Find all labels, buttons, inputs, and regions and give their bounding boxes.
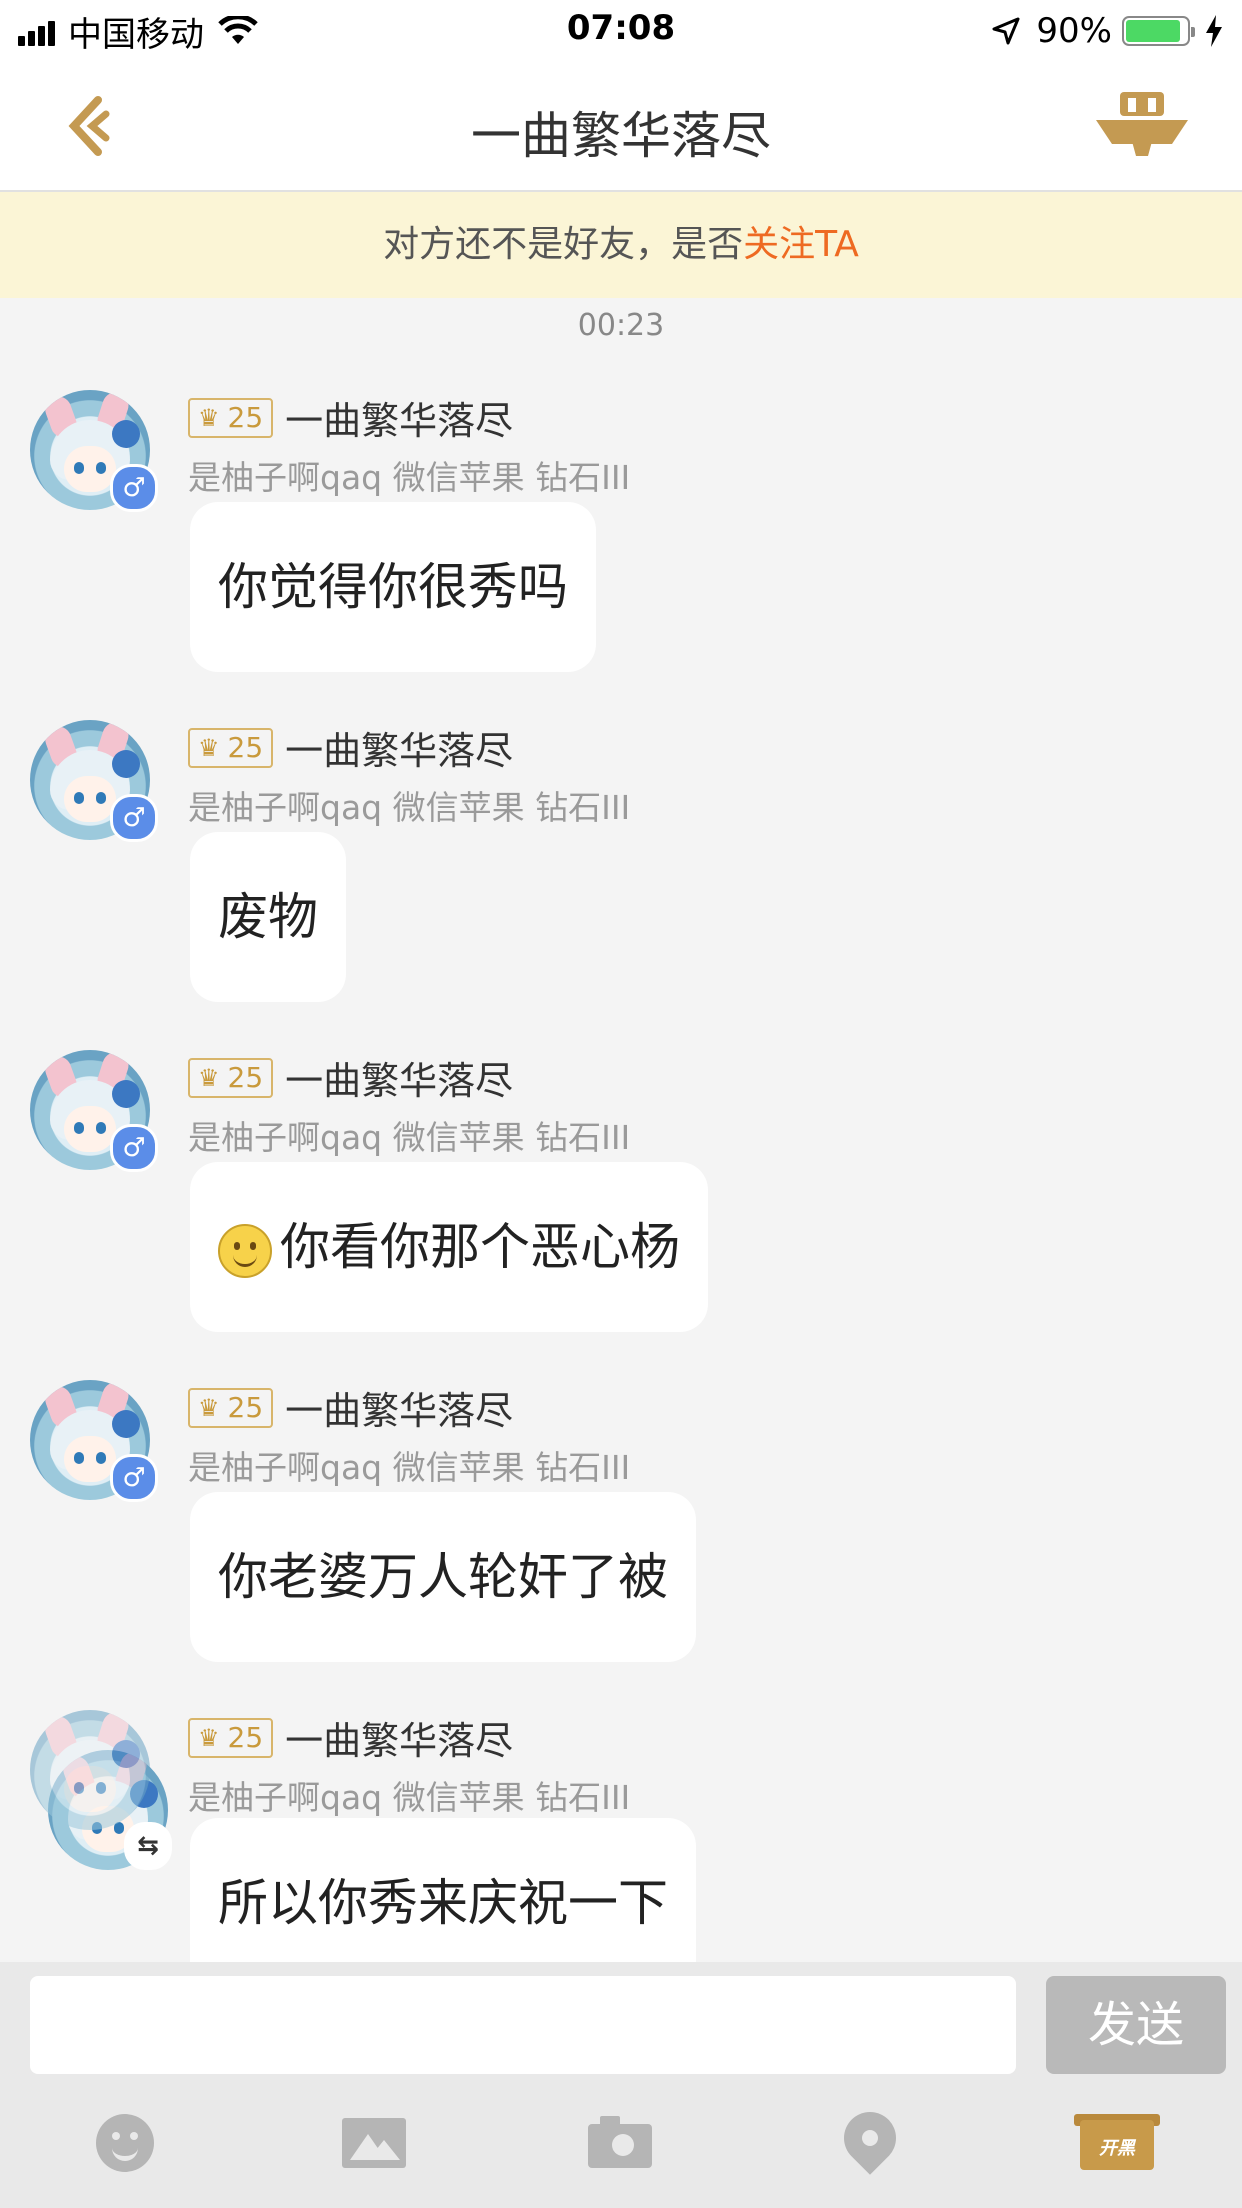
male-icon: ♂ <box>110 794 158 842</box>
male-icon: ♂ <box>110 1454 158 1502</box>
emoji-icon[interactable] <box>88 2110 158 2176</box>
sender-subtitle: 是柚子啊qaq 微信苹果 钻石III <box>188 1118 631 1157</box>
crown-icon: ♛ <box>198 733 220 762</box>
message-bubble[interactable]: 废物 <box>190 832 346 1002</box>
level-value: 25 <box>227 1391 264 1424</box>
sender-name: 一曲繁华落尽 <box>285 729 514 773</box>
crown-icon: ♛ <box>198 1393 220 1422</box>
crown-icon: ♛ <box>198 1723 220 1752</box>
level-value: 25 <box>227 1061 264 1094</box>
level-badge: ♛ 25 <box>188 397 274 438</box>
message-bubble[interactable]: 所以你秀来庆祝一下 <box>190 1818 696 1962</box>
message-text: 废物 <box>218 888 318 946</box>
battery-icon <box>1122 16 1195 46</box>
message-input[interactable] <box>30 1976 1016 2074</box>
swap-icon: ⇆ <box>124 1822 172 1870</box>
battery-percent: 90% <box>1036 11 1112 51</box>
banner-text: 对方还不是好友，是否 <box>383 224 744 265</box>
smile-emoji-icon <box>218 1223 272 1278</box>
message-text: 所以你秀来庆祝一下 <box>218 1874 668 1932</box>
follow-link[interactable]: 关注TA <box>743 224 859 265</box>
sender-name: 一曲繁华落尽 <box>285 1719 514 1763</box>
location-arrow-icon <box>992 17 1020 45</box>
male-icon: ♂ <box>110 1124 158 1172</box>
sender-subtitle: 是柚子啊qaq 微信苹果 钻石III <box>188 1778 631 1817</box>
send-button[interactable]: 发送 <box>1046 1976 1226 2074</box>
level-value: 25 <box>227 731 264 764</box>
level-badge: ♛ 25 <box>188 1387 274 1428</box>
level-value: 25 <box>227 1721 264 1754</box>
image-icon[interactable] <box>340 2110 410 2176</box>
level-badge: ♛ 25 <box>188 727 274 768</box>
chat-timestamp: 00:23 <box>577 308 665 343</box>
message-bubble[interactable]: 你看你那个恶心杨 <box>190 1162 708 1332</box>
level-badge: ♛ 25 <box>188 1057 274 1098</box>
message-text: 你老婆万人轮奸了被 <box>218 1548 668 1606</box>
composer-bar: 发送 开黑 <box>0 1962 1242 2208</box>
message-bubble[interactable]: 你老婆万人轮奸了被 <box>190 1492 696 1662</box>
follow-banner: 对方还不是好友，是否关注TA <box>0 192 1242 298</box>
sender-subtitle: 是柚子啊qaq 微信苹果 钻石III <box>188 1448 631 1487</box>
sender-name: 一曲繁华落尽 <box>285 1059 514 1103</box>
crown-icon: ♛ <box>198 403 220 432</box>
team-button[interactable] <box>1092 90 1192 160</box>
level-value: 25 <box>227 401 264 434</box>
location-icon[interactable] <box>833 2101 907 2176</box>
nav-bar: 一曲繁华落尽 <box>0 62 1242 192</box>
level-badge: ♛ 25 <box>188 1717 274 1758</box>
message-text: 你觉得你很秀吗 <box>218 558 568 616</box>
kaihei-label: 开黑 <box>1099 2138 1135 2159</box>
status-bar: 中国移动 07:08 90% <box>0 0 1242 62</box>
charging-bolt-icon <box>1206 15 1222 47</box>
message-text: 你看你那个恶心杨 <box>280 1218 680 1276</box>
kaihei-icon[interactable]: 开黑 <box>1074 2110 1160 2176</box>
message-bubble[interactable]: 你觉得你很秀吗 <box>190 502 596 672</box>
sender-name: 一曲繁华落尽 <box>285 1389 514 1433</box>
page-title: 一曲繁华落尽 <box>471 107 771 165</box>
avatar <box>30 1710 150 1830</box>
crown-icon: ♛ <box>198 1063 220 1092</box>
sender-name: 一曲繁华落尽 <box>285 399 514 443</box>
team-icon <box>1096 92 1188 156</box>
sender-subtitle: 是柚子啊qaq 微信苹果 钻石III <box>188 458 631 497</box>
sender-subtitle: 是柚子啊qaq 微信苹果 钻石III <box>188 788 631 827</box>
camera-icon[interactable] <box>586 2110 656 2176</box>
chat-message: ⇆ ♛ 25 一曲繁华落尽 是柚子啊qaq 微信苹果 钻石III 所以你秀来庆祝一下 <box>0 1710 1242 1962</box>
male-icon: ♂ <box>110 464 158 512</box>
